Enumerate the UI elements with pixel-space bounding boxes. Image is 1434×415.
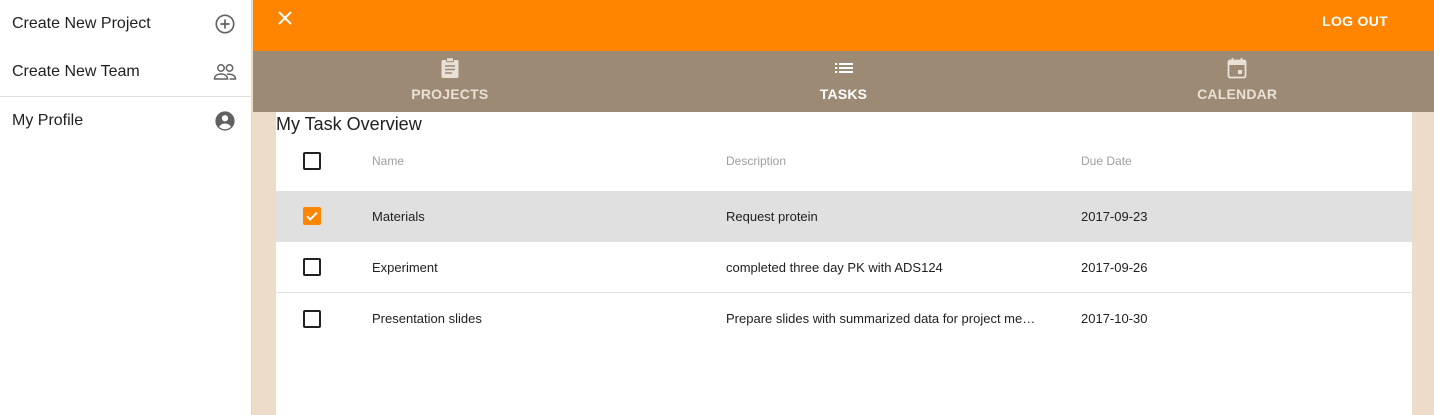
calendar-icon <box>1225 56 1249 80</box>
table-row[interactable]: Experiment completed three day PK with A… <box>276 242 1412 293</box>
row-checkbox-cell <box>303 242 321 292</box>
close-icon <box>277 10 293 31</box>
row-checkbox[interactable] <box>303 258 321 276</box>
sidebar: Create New Project Create New Team My Pr… <box>0 0 252 415</box>
task-description-text: completed three day PK with ADS124 <box>726 259 943 275</box>
table-row[interactable]: Presentation slides Prepare slides with … <box>276 293 1412 344</box>
select-all-cell <box>303 140 321 182</box>
tab-tasks[interactable]: TASKS <box>647 51 1041 112</box>
task-description: Request protein <box>726 191 1036 241</box>
tab-label: CALENDAR <box>1197 86 1278 102</box>
tab-label: PROJECTS <box>411 86 489 102</box>
row-checkbox[interactable] <box>303 309 321 328</box>
task-name: Presentation slides <box>372 311 482 326</box>
sidebar-item-create-project[interactable]: Create New Project <box>0 0 251 48</box>
people-icon <box>213 60 237 84</box>
tab-calendar[interactable]: CALENDAR <box>1040 51 1434 112</box>
account-circle-icon <box>213 109 237 133</box>
tab-projects[interactable]: PROJECTS <box>253 51 647 112</box>
column-header-due-date[interactable]: Due Date <box>1081 140 1281 182</box>
table-header: Name Description Due Date <box>276 140 1412 182</box>
page-title: My Task Overview <box>276 114 422 134</box>
sidebar-item-label: Create New Team <box>12 63 140 80</box>
column-header-description[interactable]: Description <box>726 140 1036 182</box>
column-header-name[interactable]: Name <box>372 140 702 182</box>
check-icon <box>306 211 318 221</box>
tab-label: TASKS <box>819 86 868 102</box>
list-icon <box>832 56 856 80</box>
task-description-text: Request protein <box>726 208 818 224</box>
task-name: Materials <box>372 208 425 224</box>
task-name: Experiment <box>372 259 438 275</box>
sidebar-item-label: Create New Project <box>12 15 151 32</box>
task-description: Prepare slides with summarized data for … <box>726 293 1036 344</box>
row-checkbox[interactable] <box>303 207 321 225</box>
task-due-date: 2017-09-26 <box>1081 259 1148 275</box>
select-all-checkbox[interactable] <box>303 152 321 170</box>
task-description-text: Prepare slides with summarized data for … <box>726 311 1036 326</box>
task-due-date: 2017-10-30 <box>1081 311 1148 326</box>
app-bar: LOG OUT <box>253 0 1434 51</box>
tab-bar: PROJECTS TASKS CALENDAR <box>253 51 1434 112</box>
task-due-date: 2017-09-23 <box>1081 208 1148 224</box>
sidebar-item-label: My Profile <box>12 112 84 129</box>
task-description: completed three day PK with ADS124 <box>726 242 1036 292</box>
logout-button[interactable]: LOG OUT <box>1322 13 1388 29</box>
close-button[interactable] <box>273 8 297 32</box>
sidebar-item-my-profile[interactable]: My Profile <box>0 97 251 145</box>
add-circle-icon <box>213 12 237 36</box>
sidebar-item-create-team[interactable]: Create New Team <box>0 48 251 96</box>
clipboard-icon <box>438 56 462 80</box>
table-row[interactable]: Materials Request protein 2017-09-23 <box>276 191 1412 242</box>
row-checkbox-cell <box>303 293 321 344</box>
task-overview-card: My Task Overview Name Description Due Da… <box>276 112 1412 415</box>
row-checkbox-cell <box>303 191 321 241</box>
